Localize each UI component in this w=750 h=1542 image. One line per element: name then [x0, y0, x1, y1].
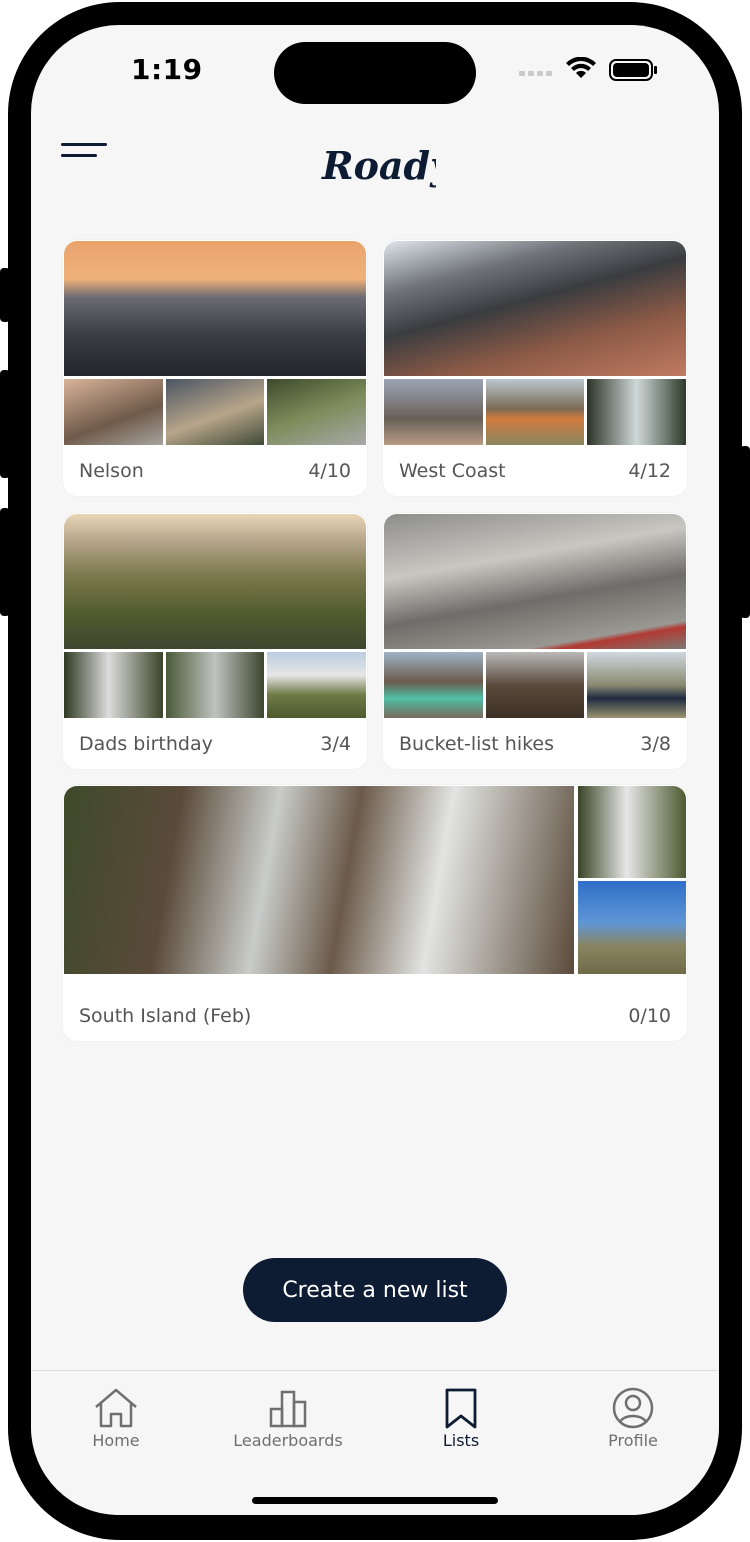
- wifi-icon: [566, 57, 596, 78]
- list-card-south-island-feb[interactable]: South Island (Feb) 0/10: [63, 785, 687, 1041]
- tab-label: Profile: [608, 1431, 658, 1450]
- bookmark-icon: [445, 1388, 477, 1429]
- list-hero-photo: [64, 514, 366, 649]
- list-count: 3/8: [640, 733, 671, 755]
- action-button: [0, 268, 10, 322]
- tab-profile[interactable]: Profile: [563, 1387, 703, 1450]
- list-count: 4/10: [308, 460, 351, 482]
- thumbnail-photo: [587, 379, 687, 445]
- thumbnail-photo: [485, 379, 585, 445]
- list-hero-photo: [384, 241, 686, 376]
- tab-leaderboards[interactable]: Leaderboards: [218, 1387, 358, 1450]
- logo-text: Roady: [321, 143, 436, 188]
- tab-label: Home: [92, 1431, 140, 1450]
- list-count: 4/12: [628, 460, 671, 482]
- list-name: West Coast: [399, 460, 506, 482]
- battery-icon: [609, 59, 657, 81]
- thumbnail-photo: [267, 652, 367, 718]
- home-indicator: [252, 1497, 498, 1504]
- list-card-bucket-list-hikes[interactable]: Bucket-list hikes 3/8: [383, 513, 687, 769]
- list-name: Nelson: [79, 460, 144, 482]
- app-screen: 1:19 Roady Nel: [31, 25, 719, 1515]
- thumbnail-photo: [587, 652, 687, 718]
- tab-home[interactable]: Home: [46, 1387, 186, 1450]
- tab-label: Leaderboards: [233, 1431, 343, 1450]
- thumbnail-photo: [165, 379, 265, 445]
- list-card-west-coast[interactable]: West Coast 4/12: [383, 240, 687, 496]
- volume-down-button: [0, 508, 10, 616]
- list-hero-photo: [64, 241, 366, 376]
- hamburger-menu-line: [61, 154, 97, 157]
- tab-lists[interactable]: Lists: [391, 1387, 531, 1450]
- roady-logo: Roady: [321, 143, 436, 188]
- list-thumbnails: [64, 379, 367, 445]
- volume-up-button: [0, 370, 10, 478]
- list-count: 3/4: [320, 733, 351, 755]
- status-time: 1:19: [131, 53, 203, 86]
- thumbnail-photo: [384, 379, 483, 445]
- bottom-tab-bar: Home Leaderboards Lists Profile: [31, 1370, 719, 1515]
- thumbnail-photo: [578, 881, 686, 974]
- thumbnail-photo: [64, 652, 163, 718]
- thumbnail-photo: [267, 379, 367, 445]
- list-name: South Island (Feb): [79, 1005, 252, 1027]
- list-thumbnails: [64, 652, 367, 718]
- list-name: Bucket-list hikes: [399, 733, 555, 755]
- hamburger-menu-icon: [61, 143, 107, 146]
- tab-label: Lists: [442, 1431, 480, 1450]
- list-count: 0/10: [628, 1005, 671, 1027]
- list-card-dads-birthday[interactable]: Dads birthday 3/4: [63, 513, 367, 769]
- list-name: Dads birthday: [79, 733, 213, 755]
- create-new-list-button[interactable]: Create a new list: [243, 1258, 507, 1322]
- power-button: [740, 446, 750, 618]
- leaderboards-icon: [269, 1390, 307, 1428]
- list-card-nelson[interactable]: Nelson 4/10: [63, 240, 367, 496]
- dynamic-island: [274, 42, 476, 104]
- list-thumbnails: [384, 379, 687, 445]
- list-thumbnails: [384, 652, 687, 718]
- thumbnail-photo: [165, 652, 265, 718]
- thumbnail-photo: [578, 786, 686, 878]
- status-icons: [519, 57, 657, 81]
- cellular-signal-icon: [519, 71, 552, 76]
- profile-icon: [612, 1387, 654, 1429]
- list-hero-photo: [384, 514, 686, 649]
- thumbnail-photo: [485, 652, 585, 718]
- thumbnail-photo: [64, 379, 163, 445]
- home-icon: [95, 1388, 137, 1428]
- menu-button[interactable]: [61, 143, 109, 167]
- thumbnail-photo: [384, 652, 483, 718]
- list-hero-photo: [64, 786, 574, 974]
